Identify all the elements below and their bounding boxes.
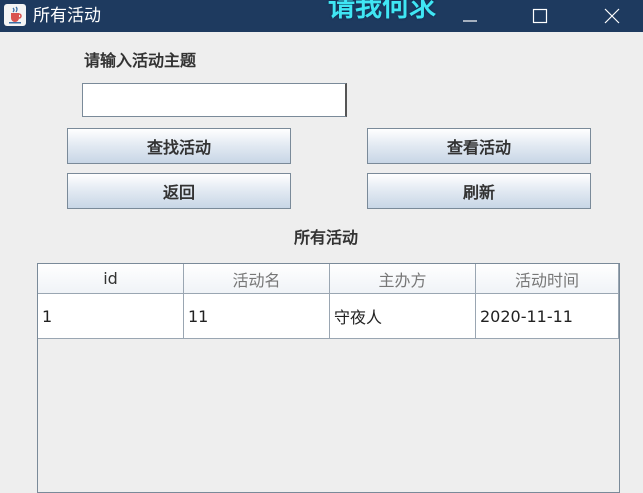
overlay-banner-text: 请我何求 <box>328 0 436 23</box>
window-title: 所有活动 <box>33 6 101 26</box>
cell-activity-time[interactable]: 2020-11-11 <box>476 294 619 339</box>
activities-table[interactable]: id 活动名 主办方 活动时间 1 11 守夜人 2020-11-11 <box>37 263 620 493</box>
cell-id[interactable]: 1 <box>38 294 184 339</box>
minimize-icon <box>463 20 477 22</box>
java-cup-icon <box>4 4 26 26</box>
back-button[interactable]: 返回 <box>67 173 291 209</box>
title-bar[interactable]: 所有活动 请我何求 <box>0 0 643 32</box>
column-header-organizer[interactable]: 主办方 <box>330 264 476 294</box>
cell-activity-name[interactable]: 11 <box>184 294 330 339</box>
close-button[interactable] <box>589 0 635 32</box>
table-header: id 活动名 主办方 活动时间 <box>38 264 619 294</box>
close-icon <box>604 8 620 24</box>
table-title: 所有活动 <box>294 228 359 247</box>
maximize-button[interactable] <box>517 0 563 32</box>
column-header-activity-name[interactable]: 活动名 <box>184 264 330 294</box>
column-header-activity-time[interactable]: 活动时间 <box>476 264 619 294</box>
column-header-id[interactable]: id <box>38 264 184 294</box>
activity-search-input[interactable] <box>82 83 347 117</box>
refresh-button[interactable]: 刷新 <box>367 173 591 209</box>
table-row[interactable]: 1 11 守夜人 2020-11-11 <box>38 294 619 339</box>
view-activity-button[interactable]: 查看活动 <box>367 128 591 164</box>
cell-organizer[interactable]: 守夜人 <box>330 294 476 339</box>
search-prompt-label: 请输入活动主题 <box>84 51 197 70</box>
maximize-icon <box>532 8 548 24</box>
minimize-button[interactable] <box>447 0 493 32</box>
find-activity-button[interactable]: 查找活动 <box>67 128 291 164</box>
